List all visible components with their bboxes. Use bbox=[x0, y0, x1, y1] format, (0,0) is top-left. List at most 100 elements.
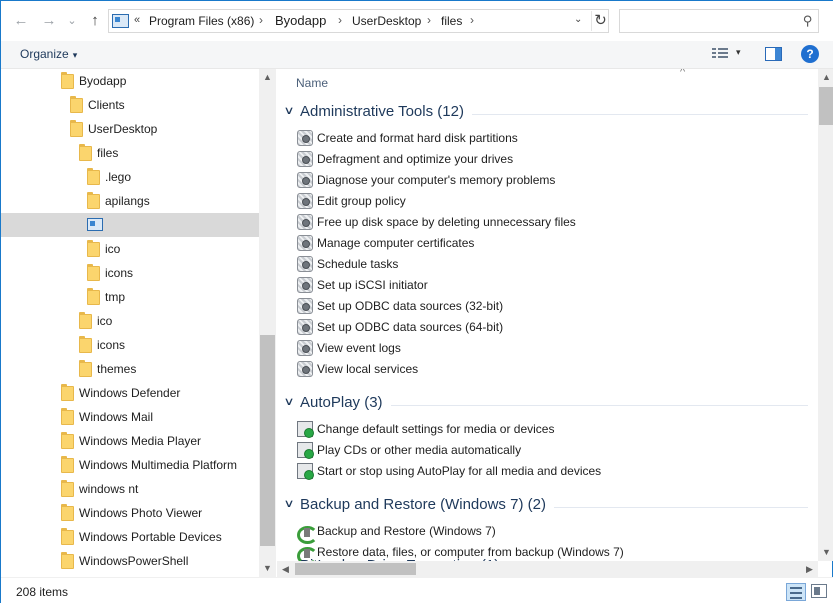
list-item-label: Set up ODBC data sources (64-bit) bbox=[317, 320, 504, 334]
scroll-down-arrow-icon[interactable]: ▼ bbox=[818, 544, 833, 561]
nav-pane-scrollbar[interactable]: ▲ ▼ bbox=[259, 69, 276, 577]
nav-tree-item[interactable]: Windows Photo Viewer bbox=[1, 501, 259, 525]
nav-tree-item[interactable]: Windows Portable Devices bbox=[1, 525, 259, 549]
collapse-chevron-icon[interactable]: ∨ bbox=[283, 104, 294, 117]
collapse-chevron-icon[interactable]: ∨ bbox=[283, 395, 294, 408]
breadcrumb-userdesktop[interactable]: UserDesktop bbox=[352, 14, 421, 28]
horizontal-scroll-thumb[interactable] bbox=[295, 563, 416, 575]
list-item[interactable]: Change default settings for media or dev… bbox=[277, 419, 818, 440]
back-button[interactable]: ← bbox=[10, 10, 32, 32]
control-panel-icon bbox=[112, 14, 129, 28]
folder-icon bbox=[61, 456, 74, 473]
scroll-up-arrow-icon[interactable]: ▲ bbox=[259, 69, 276, 86]
nav-tree-item[interactable]: Byodapp bbox=[1, 69, 259, 93]
recent-locations-button[interactable]: ⌄ bbox=[61, 10, 83, 32]
list-item[interactable]: Start or stop using AutoPlay for all med… bbox=[277, 461, 818, 482]
breadcrumb-separator[interactable]: › bbox=[470, 13, 474, 27]
list-item-label: Start or stop using AutoPlay for all med… bbox=[317, 464, 602, 478]
nav-tree-item[interactable] bbox=[1, 213, 259, 237]
nav-tree-item-label: UserDesktop bbox=[88, 122, 158, 136]
nav-tree-item[interactable]: ico bbox=[1, 309, 259, 333]
list-item[interactable]: Set up ODBC data sources (64-bit) bbox=[277, 317, 818, 338]
nav-tree-item[interactable]: Windows Defender bbox=[1, 381, 259, 405]
folder-icon bbox=[61, 552, 74, 569]
content-scrollbar[interactable]: ▲ ▼ bbox=[818, 69, 833, 561]
list-item[interactable]: Free up disk space by deleting unnecessa… bbox=[277, 212, 818, 233]
list-item[interactable]: View event logs bbox=[277, 338, 818, 359]
nav-tree-item[interactable]: themes bbox=[1, 357, 259, 381]
nav-tree-item[interactable]: UserDesktop bbox=[1, 117, 259, 141]
autoplay-icon bbox=[297, 442, 314, 459]
group-header[interactable]: ∨ AutoPlay (3) bbox=[277, 392, 818, 416]
address-dropdown-icon[interactable]: ⌄ bbox=[574, 14, 582, 25]
folder-icon bbox=[87, 168, 100, 185]
name-column-header[interactable]: Name bbox=[296, 76, 328, 90]
folder-icon bbox=[61, 504, 74, 521]
nav-tree-item[interactable]: tmp bbox=[1, 285, 259, 309]
group-header[interactable]: ∨ Backup and Restore (Windows 7) (2) bbox=[277, 494, 818, 518]
autoplay-icon bbox=[297, 463, 314, 480]
breadcrumb-separator[interactable]: › bbox=[259, 13, 263, 27]
navigation-pane: Byodapp Clients UserDesktop files .lego apila… bbox=[1, 69, 259, 577]
breadcrumb-files[interactable]: files bbox=[441, 14, 462, 28]
breadcrumb-byodapp[interactable]: Byodapp bbox=[275, 13, 326, 28]
list-item[interactable]: Backup and Restore (Windows 7) bbox=[277, 521, 818, 544]
list-item[interactable]: Play CDs or other media automatically bbox=[277, 440, 818, 461]
forward-button[interactable]: → bbox=[38, 10, 60, 32]
large-icons-view-icon[interactable] bbox=[811, 584, 827, 598]
group-header[interactable]: ∨ Administrative Tools (12) bbox=[277, 101, 818, 125]
preview-pane-icon[interactable] bbox=[765, 47, 782, 61]
nav-tree-item[interactable]: icons bbox=[1, 333, 259, 357]
scroll-left-arrow-icon[interactable]: ◀ bbox=[277, 561, 294, 577]
scroll-right-arrow-icon[interactable]: ▶ bbox=[801, 561, 818, 577]
nav-tree-item[interactable]: Windows Multimedia Platform bbox=[1, 453, 259, 477]
admin-tools-icon bbox=[297, 172, 313, 188]
list-item[interactable]: Schedule tasks bbox=[277, 254, 818, 275]
horizontal-scrollbar[interactable]: ◀ ▶ bbox=[277, 561, 818, 577]
refresh-icon[interactable]: ↻ bbox=[591, 11, 609, 31]
list-item[interactable]: Edit group policy bbox=[277, 191, 818, 212]
scroll-up-arrow-icon[interactable]: ▲ bbox=[818, 69, 833, 86]
list-item[interactable]: Diagnose your computer's memory problems bbox=[277, 170, 818, 191]
nav-tree-item-label: apilangs bbox=[105, 194, 150, 208]
breadcrumb-overflow-button[interactable]: « bbox=[134, 14, 140, 26]
view-options-caret-icon[interactable]: ▾ bbox=[736, 47, 741, 58]
nav-tree-item[interactable]: icons bbox=[1, 261, 259, 285]
search-box[interactable]: ⚲ bbox=[619, 9, 819, 33]
nav-scroll-thumb[interactable] bbox=[260, 335, 275, 546]
nav-tree-item[interactable]: files bbox=[1, 141, 259, 165]
content-scroll-thumb[interactable] bbox=[819, 87, 833, 125]
list-item[interactable]: View local services bbox=[277, 359, 818, 380]
breadcrumb-program-files[interactable]: Program Files (x86) bbox=[149, 14, 254, 28]
nav-tree-item[interactable]: Windows Media Player bbox=[1, 429, 259, 453]
nav-tree-item[interactable]: windows nt bbox=[1, 477, 259, 501]
nav-tree-item[interactable]: Clients bbox=[1, 93, 259, 117]
sort-ascending-icon: ^ bbox=[680, 69, 686, 78]
folder-icon bbox=[87, 264, 100, 281]
scroll-down-arrow-icon[interactable]: ▼ bbox=[259, 560, 276, 577]
list-item[interactable]: Manage computer certificates bbox=[277, 233, 818, 254]
list-item[interactable]: Defragment and optimize your drives bbox=[277, 149, 818, 170]
autoplay-icon bbox=[297, 421, 314, 438]
address-bar[interactable]: « Program Files (x86) › Byodapp › UserDe… bbox=[108, 9, 609, 33]
nav-tree-item[interactable]: Windows Mail bbox=[1, 405, 259, 429]
organize-button[interactable]: Organize ▾ bbox=[20, 47, 77, 61]
collapse-chevron-icon[interactable]: ∨ bbox=[283, 497, 294, 510]
list-item[interactable]: Create and format hard disk partitions bbox=[277, 128, 818, 149]
breadcrumb-separator[interactable]: › bbox=[427, 13, 431, 27]
admin-tools-icon bbox=[297, 277, 313, 293]
nav-tree-item[interactable]: .lego bbox=[1, 165, 259, 189]
help-icon[interactable]: ? bbox=[801, 45, 819, 63]
nav-tree-item[interactable]: WindowsPowerShell bbox=[1, 549, 259, 573]
details-view-icon[interactable] bbox=[786, 583, 806, 601]
folder-icon bbox=[87, 288, 100, 305]
breadcrumb-separator[interactable]: › bbox=[338, 13, 342, 27]
nav-tree-item-label: icons bbox=[97, 338, 126, 352]
list-item[interactable]: Set up ODBC data sources (32-bit) bbox=[277, 296, 818, 317]
explorer-window: ← → ⌄ ↑ « Program Files (x86) › Byodapp … bbox=[0, 0, 833, 603]
up-button[interactable]: ↑ bbox=[84, 10, 106, 32]
change-view-icon[interactable] bbox=[712, 48, 728, 60]
nav-tree-item[interactable]: apilangs bbox=[1, 189, 259, 213]
nav-tree-item[interactable]: ico bbox=[1, 237, 259, 261]
list-item[interactable]: Set up iSCSI initiator bbox=[277, 275, 818, 296]
